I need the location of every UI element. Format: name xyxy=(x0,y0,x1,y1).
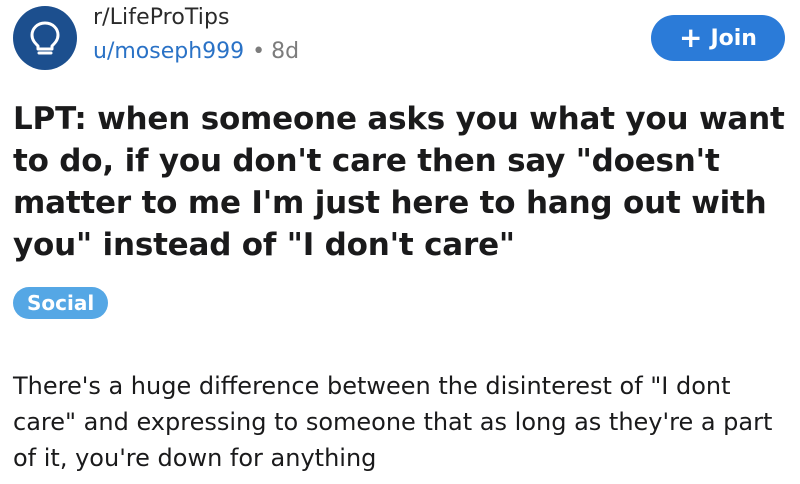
post-body: There's a huge difference between the di… xyxy=(13,372,773,472)
post-age: 8d xyxy=(271,39,300,64)
subreddit-avatar[interactable] xyxy=(13,6,77,70)
post-title[interactable]: LPT: when someone asks you what you want… xyxy=(13,98,793,266)
author-username[interactable]: u/moseph999 xyxy=(93,39,244,64)
flair-badge[interactable]: Social xyxy=(13,287,109,319)
plus-icon: + xyxy=(679,21,703,54)
post-header: r/LifeProTips u/moseph999 • 8d + Join xyxy=(13,2,787,82)
separator-dot: • xyxy=(252,39,266,64)
post-meta: r/LifeProTips u/moseph999 • 8d xyxy=(93,4,299,66)
lightbulb-icon xyxy=(30,21,60,55)
join-button[interactable]: + Join xyxy=(651,15,785,61)
byline: u/moseph999 • 8d xyxy=(93,38,299,66)
join-button-label: Join xyxy=(710,25,757,51)
subreddit-name[interactable]: r/LifeProTips xyxy=(93,4,299,32)
